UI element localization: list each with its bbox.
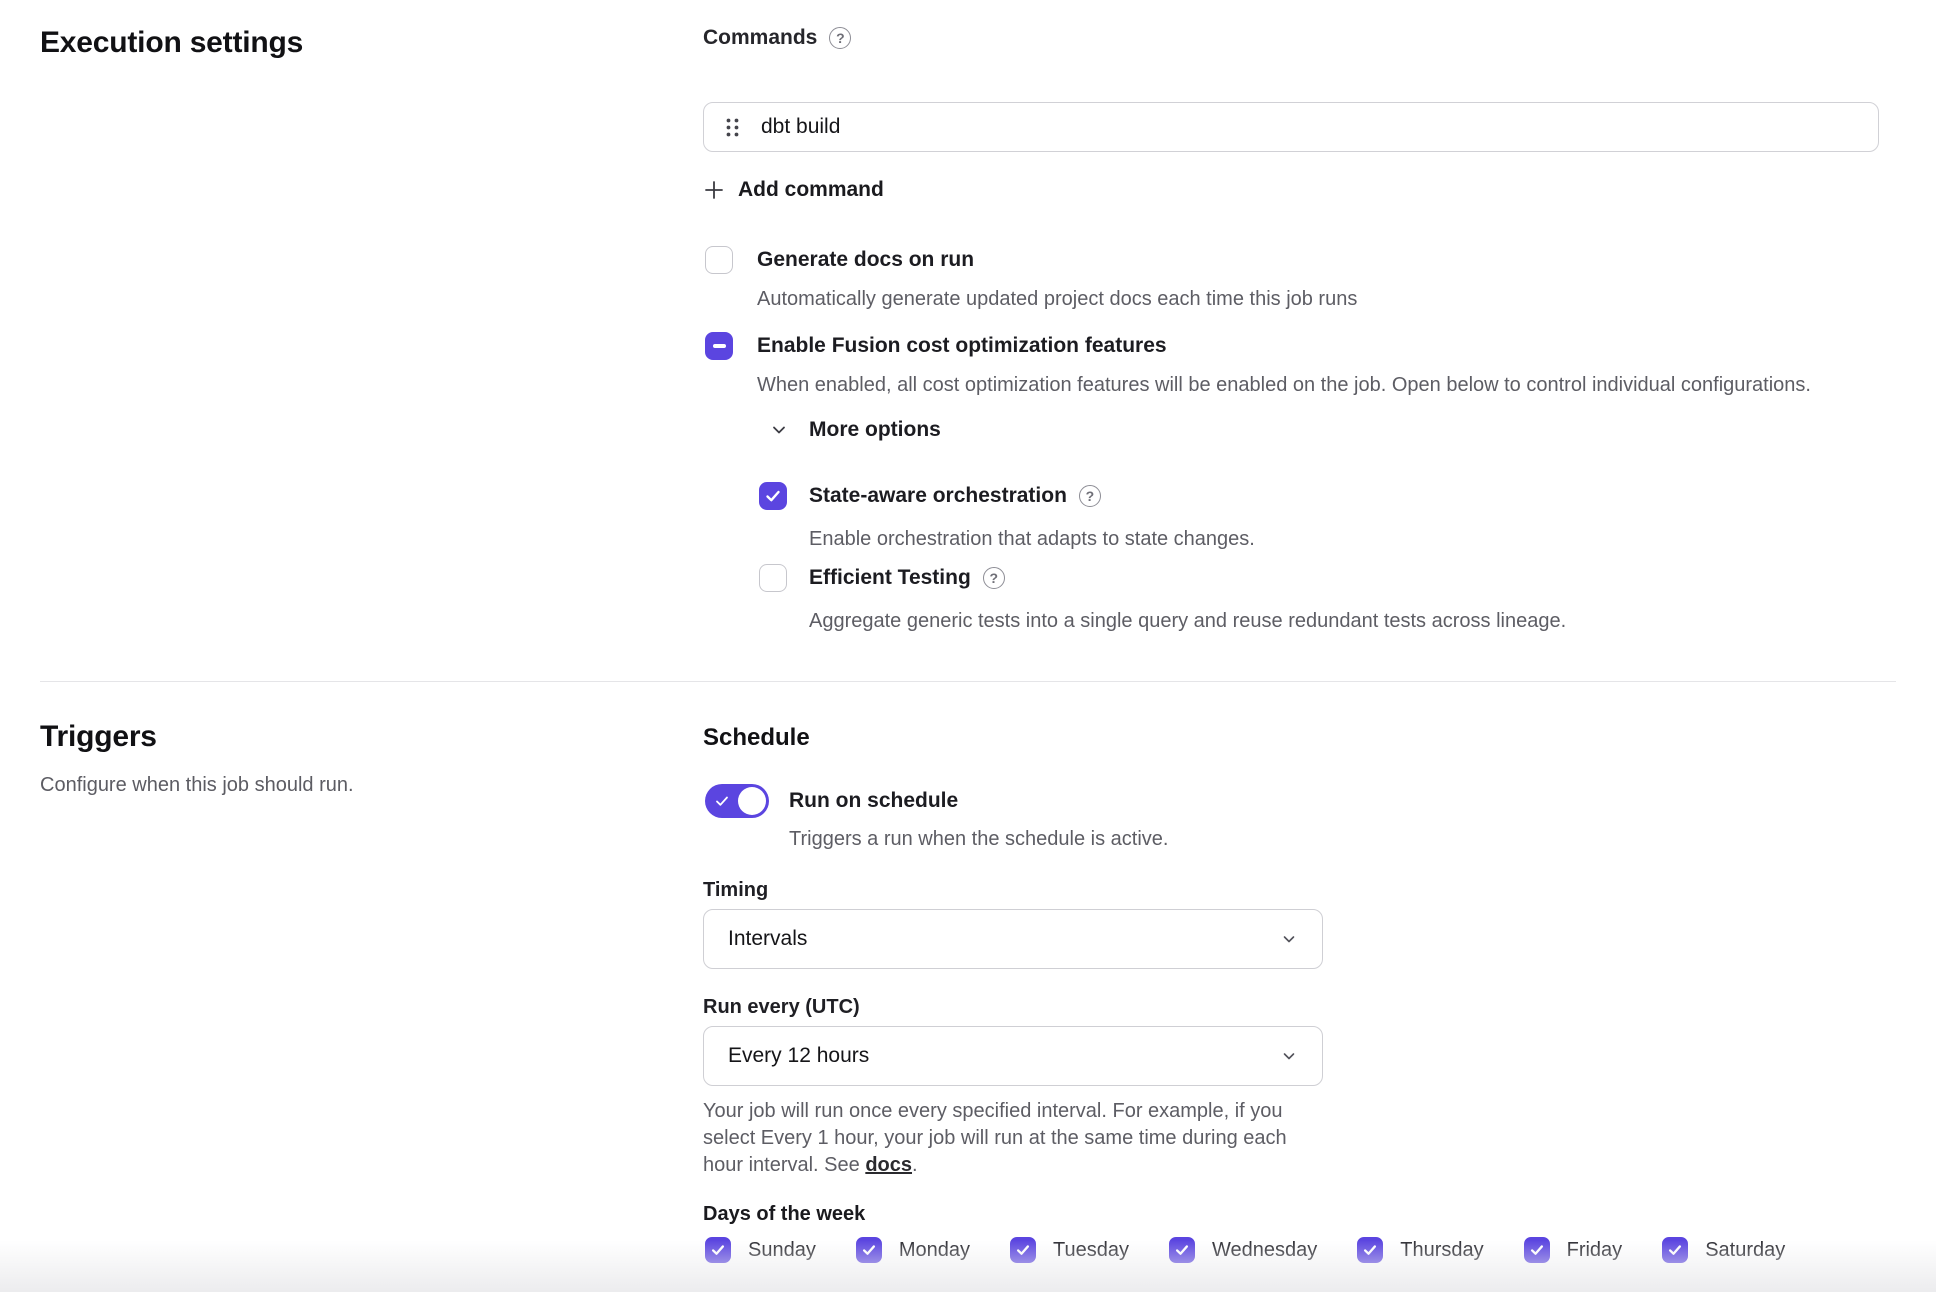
timing-select[interactable]: Intervals (703, 909, 1323, 969)
chevron-down-icon (770, 421, 788, 439)
plus-icon (703, 179, 725, 201)
check-icon (861, 1242, 877, 1258)
state-aware-checkbox[interactable] (759, 482, 787, 510)
day-checkbox-saturday[interactable]: Saturday (1662, 1237, 1785, 1263)
wednesday-checkbox (1169, 1237, 1195, 1263)
triggers-left: Triggers Configure when this job should … (40, 720, 703, 1263)
indeterminate-dash-icon (713, 344, 726, 348)
timing-label: Timing (703, 877, 1896, 903)
triggers-subtitle: Configure when this job should run. (40, 774, 703, 797)
check-icon (764, 487, 782, 505)
option-fusion-cost: Enable Fusion cost optimization features… (705, 332, 1896, 398)
drag-handle-icon[interactable] (726, 118, 739, 137)
day-checkbox-thursday[interactable]: Thursday (1357, 1237, 1483, 1263)
state-aware-help-icon[interactable]: ? (1079, 485, 1101, 507)
interval-help-line1: Your job will run once every specified i… (703, 1098, 1896, 1125)
interval-help-line3: hour interval. See docs. (703, 1152, 1896, 1179)
check-icon (1174, 1242, 1190, 1258)
day-label: Friday (1567, 1239, 1623, 1262)
run-on-schedule-label[interactable]: Run on schedule (789, 784, 1168, 818)
timing-value: Intervals (728, 927, 807, 951)
efficient-testing-help-icon[interactable]: ? (983, 567, 1005, 589)
option-efficient-testing: Efficient Testing ? Aggregate generic te… (759, 564, 1896, 634)
day-label: Wednesday (1212, 1239, 1317, 1262)
state-aware-label[interactable]: State-aware orchestration (809, 482, 1067, 510)
run-on-schedule-desc: Triggers a run when the schedule is acti… (789, 826, 1168, 852)
check-icon (1529, 1242, 1545, 1258)
commands-label-row: Commands ? (703, 26, 1896, 50)
efficient-testing-checkbox[interactable] (759, 564, 787, 592)
tuesday-checkbox (1010, 1237, 1036, 1263)
generate-docs-checkbox[interactable] (705, 246, 733, 274)
execution-settings-form: Commands ? dbt build Add command (703, 26, 1896, 634)
commands-help-icon[interactable]: ? (829, 27, 851, 49)
interval-help-line2: select Every 1 hour, your job will run a… (703, 1125, 1896, 1152)
day-label: Tuesday (1053, 1239, 1129, 1262)
days-of-week-label: Days of the week (703, 1201, 1896, 1227)
fusion-cost-checkbox[interactable] (705, 332, 733, 360)
add-command-label: Add command (738, 178, 884, 202)
triggers-section: Triggers Configure when this job should … (0, 682, 1936, 1263)
more-options-label: More options (809, 416, 941, 444)
generate-docs-desc: Automatically generate updated project d… (757, 286, 1357, 312)
check-icon (1015, 1242, 1031, 1258)
run-on-schedule-toggle[interactable] (705, 784, 769, 818)
option-generate-docs: Generate docs on run Automatically gener… (705, 246, 1896, 312)
triggers-title: Triggers (40, 720, 703, 754)
docs-link[interactable]: docs (865, 1154, 912, 1176)
execution-settings-left: Execution settings (40, 26, 703, 634)
day-checkbox-friday[interactable]: Friday (1524, 1237, 1623, 1263)
days-of-week-row: Sunday Monday Tuesday Wednesday Thursday… (705, 1237, 1896, 1263)
day-checkbox-wednesday[interactable]: Wednesday (1169, 1237, 1317, 1263)
generate-docs-label[interactable]: Generate docs on run (757, 246, 1357, 274)
thursday-checkbox (1357, 1237, 1383, 1263)
chevron-down-icon (1280, 1047, 1298, 1065)
day-label: Monday (899, 1239, 970, 1262)
friday-checkbox (1524, 1237, 1550, 1263)
commands-label: Commands (703, 26, 817, 50)
monday-checkbox (856, 1237, 882, 1263)
day-label: Saturday (1705, 1239, 1785, 1262)
day-checkbox-sunday[interactable]: Sunday (705, 1237, 816, 1263)
check-icon (710, 1242, 726, 1258)
fusion-cost-label[interactable]: Enable Fusion cost optimization features (757, 332, 1811, 360)
add-command-button[interactable]: Add command (703, 178, 884, 202)
execution-settings-section: Execution settings Commands ? dbt build … (0, 0, 1936, 634)
efficient-testing-label[interactable]: Efficient Testing (809, 564, 971, 592)
more-options-expander[interactable]: More options (770, 416, 941, 444)
fusion-cost-desc: When enabled, all cost optimization feat… (757, 372, 1811, 398)
toggle-check-icon (714, 793, 730, 809)
state-aware-desc: Enable orchestration that adapts to stat… (809, 526, 1255, 552)
option-state-aware: State-aware orchestration ? Enable orche… (759, 482, 1896, 552)
interval-help-text: Your job will run once every specified i… (703, 1098, 1896, 1179)
efficient-testing-desc: Aggregate generic tests into a single qu… (809, 608, 1566, 634)
saturday-checkbox (1662, 1237, 1688, 1263)
sunday-checkbox (705, 1237, 731, 1263)
triggers-form: Schedule Run on schedule Triggers a run … (703, 720, 1896, 1263)
schedule-heading: Schedule (703, 724, 1896, 752)
command-value: dbt build (761, 115, 840, 139)
run-every-select[interactable]: Every 12 hours (703, 1026, 1323, 1086)
day-label: Sunday (748, 1239, 816, 1262)
day-checkbox-monday[interactable]: Monday (856, 1237, 970, 1263)
run-every-label: Run every (UTC) (703, 994, 1896, 1020)
chevron-down-icon (1280, 930, 1298, 948)
run-on-schedule-row: Run on schedule Triggers a run when the … (705, 784, 1896, 852)
day-label: Thursday (1400, 1239, 1483, 1262)
page-title: Execution settings (40, 26, 703, 60)
check-icon (1667, 1242, 1683, 1258)
run-every-value: Every 12 hours (728, 1044, 869, 1068)
command-input[interactable]: dbt build (703, 102, 1879, 152)
day-checkbox-tuesday[interactable]: Tuesday (1010, 1237, 1129, 1263)
toggle-knob (738, 787, 766, 815)
check-icon (1362, 1242, 1378, 1258)
